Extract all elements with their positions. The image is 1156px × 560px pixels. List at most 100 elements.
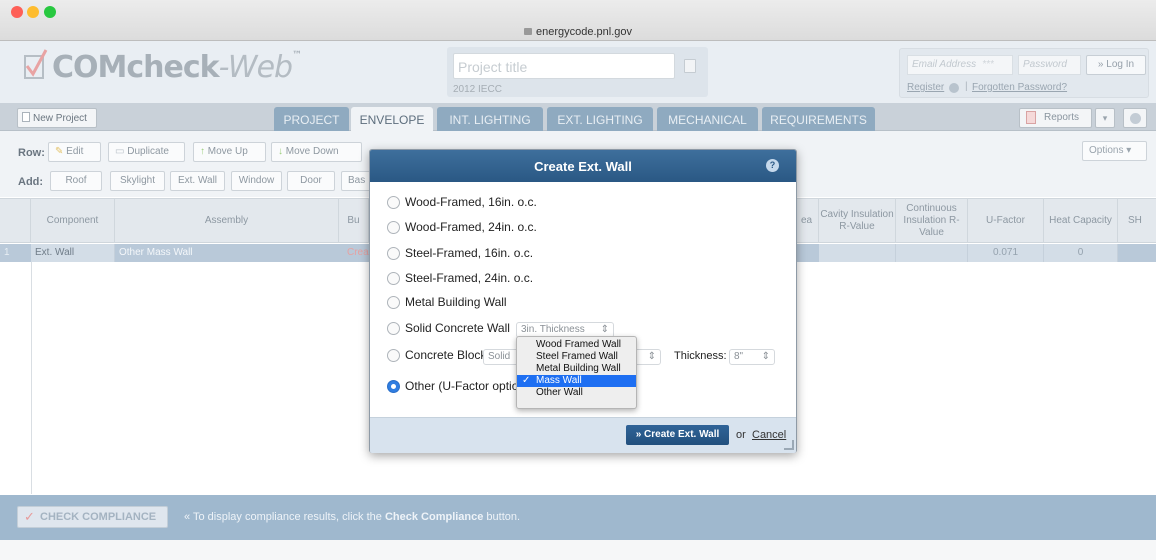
footer [0,540,1156,560]
reports-dropdown-button[interactable]: ▾ [1095,108,1115,128]
help-button[interactable] [1123,108,1147,128]
option-solid-concrete-wall[interactable]: Solid Concrete Wall [387,321,510,335]
column-header-heat-capacity: Heat Capacity [1044,198,1118,243]
project-title-input[interactable]: Project title [453,53,675,79]
add-ext-wall-button[interactable]: Ext. Wall [170,171,225,191]
column-header-shgc: SH [1128,214,1142,226]
maximize-window-button[interactable] [44,6,56,18]
add-door-button[interactable]: Door [287,171,335,191]
option-label: Wood-Framed, 24in. o.c. [405,220,537,234]
row-u-factor[interactable]: 0.071 [968,244,1044,262]
row-assembly[interactable]: Other Mass Wall [115,244,339,262]
options-button[interactable]: Options ▾ [1082,141,1147,161]
option-steel-framed-16[interactable]: Steel-Framed, 16in. o.c. [387,246,533,260]
concrete-thickness-value: 3in. Thickness [521,324,585,335]
help-icon[interactable]: ? [766,159,779,172]
move-up-button[interactable]: ↑ Move Up [193,142,266,162]
separator: | [965,81,968,92]
password-placeholder: Password [1023,59,1067,70]
tab-envelope[interactable]: ENVELOPE [351,107,433,132]
wall-type-dropdown[interactable]: Wood Framed Wall Steel Framed Wall Metal… [516,336,637,409]
row-cavity[interactable] [819,244,896,262]
help-icon[interactable] [949,83,959,93]
column-header-continuous-insulation: Continuous Insulation R-Value [896,198,968,243]
option-wood-framed-16[interactable]: Wood-Framed, 16in. o.c. [387,195,537,209]
add-window-button[interactable]: Window [231,171,282,191]
tab-int-lighting[interactable]: INT. LIGHTING [437,107,543,131]
add-roof-button[interactable]: Roof [50,171,102,191]
dialog-footer [370,417,796,453]
option-wood-framed-24[interactable]: Wood-Framed, 24in. o.c. [387,220,537,234]
url-text: energycode.pnl.gov [535,26,632,38]
tab-mechanical[interactable]: MECHANICAL [657,107,758,131]
row-building-partial: Crea [347,247,369,258]
radio-button[interactable] [387,321,400,335]
dropdown-item[interactable]: Steel Framed Wall [517,351,636,363]
dropdown-item[interactable]: Metal Building Wall [517,363,636,375]
chevron-updown-icon: ⇕ [761,351,770,362]
column-header-number [0,198,31,243]
comcheck-logo-icon [24,49,48,79]
check-icon: ✓ [24,509,35,524]
minimize-window-button[interactable] [27,6,39,18]
column-divider [31,262,32,494]
option-steel-framed-24[interactable]: Steel-Framed, 24in. o.c. [387,271,533,285]
radio-button[interactable] [387,246,400,260]
app-logo: COMcheck-Web™ [52,50,302,85]
or-label: or [736,429,746,441]
option-other-u-factor[interactable]: Other (U-Factor option) [387,379,529,393]
move-down-button[interactable]: ↓ Move Down [271,142,362,162]
dropdown-item[interactable]: Wood Framed Wall [517,339,636,351]
radio-button[interactable] [387,295,400,309]
row-continuous[interactable] [896,244,968,262]
duplicate-label: Duplicate [127,146,169,157]
row-label: Row: [18,147,45,159]
login-button[interactable]: » Log In [1086,55,1146,75]
radio-button[interactable] [387,271,400,285]
new-project-label: New Project [33,113,87,124]
email-field[interactable]: Email Address *** [907,55,1013,75]
radio-button[interactable] [387,220,400,234]
radio-button-selected[interactable] [387,379,400,393]
register-link[interactable]: Register [907,82,944,93]
address-bar[interactable]: energycode.pnl.gov [0,26,1156,38]
logo-web-text: -Web [218,50,293,85]
create-ext-wall-button[interactable]: » Create Ext. Wall [626,425,729,445]
row-heat-capacity[interactable]: 0 [1044,244,1118,262]
option-label: Other (U-Factor option) [405,379,530,393]
compliance-bar [0,495,1156,540]
dropdown-item-selected[interactable]: ✓ Mass Wall [517,375,636,387]
resize-grip-icon[interactable] [784,440,794,450]
check-compliance-button[interactable]: CHECK COMPLIANCE [17,506,168,528]
add-skylight-button[interactable]: Skylight [110,171,165,191]
tab-ext-lighting[interactable]: EXT. LIGHTING [547,107,653,131]
cancel-link[interactable]: Cancel [752,429,786,441]
row-number: 1 [4,247,10,258]
option-label: Solid Concrete Wall [405,321,510,335]
row-component[interactable]: Ext. Wall [31,244,115,262]
tab-requirements[interactable]: REQUIREMENTS [762,107,875,131]
column-header-component: Component [31,198,115,243]
close-window-button[interactable] [11,6,23,18]
option-metal-building-wall[interactable]: Metal Building Wall [387,295,507,309]
options-label: Options [1089,145,1124,156]
add-basement-button[interactable]: Bas [341,171,371,191]
option-concrete-block[interactable]: Concrete Block [387,348,486,362]
forgot-password-link[interactable]: Forgotten Password? [972,82,1067,93]
edit-button[interactable]: ✎ Edit [48,142,101,162]
radio-button[interactable] [387,195,400,209]
duplicate-button[interactable]: ▭ Duplicate [108,142,185,162]
dropdown-item-label: Mass Wall [536,375,582,386]
document-icon[interactable] [684,59,696,73]
new-project-button[interactable]: New Project [17,108,97,128]
arrow-down-icon: ↓ [278,146,283,157]
chevron-updown-icon: ⇕ [647,351,656,362]
dropdown-item[interactable]: Other Wall [517,387,636,399]
tab-project[interactable]: PROJECT [274,107,349,131]
block-thickness-select[interactable]: 8" ⇕ [729,349,775,365]
radio-button[interactable] [387,348,400,362]
column-header-u-factor: U-Factor [968,198,1044,243]
password-field[interactable]: Password [1018,55,1081,75]
compliance-message-prefix: « To display compliance results, click t… [184,511,385,523]
block-type-value: Solid [488,351,511,362]
